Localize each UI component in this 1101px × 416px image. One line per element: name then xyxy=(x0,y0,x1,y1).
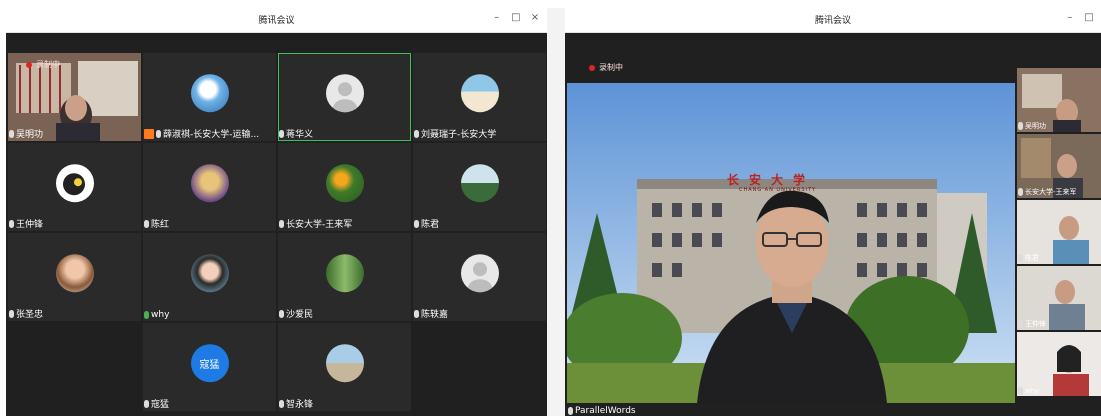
avatar xyxy=(325,164,364,203)
video-tile-5[interactable]: 王仲锋 xyxy=(8,143,141,231)
avatar xyxy=(190,74,229,113)
microphone-icon xyxy=(279,129,284,138)
thumbnail-1[interactable]: 吴明功 xyxy=(1017,68,1101,132)
participant-name: 长安大学-王来军 xyxy=(1025,188,1077,196)
record-dot-icon xyxy=(589,64,595,71)
participant-name: 蒋华义 xyxy=(286,130,314,140)
avatar xyxy=(460,164,499,203)
meeting-window-speaker: 腾讯会议 – □ 录制中 长安大学 CHANG'AN UNIVERSITY Pa… xyxy=(565,8,1101,416)
avatar xyxy=(55,254,94,293)
video-tile-1[interactable]: 录制中 吴明功 xyxy=(8,53,141,141)
microphone-icon xyxy=(1018,320,1023,328)
avatar-initials: 寇猛 xyxy=(190,344,229,383)
thumbnail-5[interactable]: why xyxy=(1017,332,1101,396)
recording-label: 录制中 xyxy=(36,60,60,69)
default-user-icon xyxy=(467,262,492,293)
campus-background xyxy=(567,83,1015,403)
participant-name: 陈轶嘉 xyxy=(421,310,449,320)
maximize-button[interactable]: □ xyxy=(1081,12,1097,23)
microphone-icon xyxy=(1018,387,1023,395)
video-tile-14[interactable]: 智永锋 xyxy=(278,323,411,411)
video-tile-10[interactable]: why xyxy=(143,233,276,321)
avatar xyxy=(460,254,499,293)
cartoon-avatar-icon xyxy=(62,173,85,196)
video-tile-7[interactable]: 长安大学-王来军 xyxy=(278,143,411,231)
video-tile-12[interactable]: 陈轶嘉 xyxy=(413,233,546,321)
microphone-icon xyxy=(144,311,149,319)
speaker-video[interactable]: 长安大学 CHANG'AN UNIVERSITY xyxy=(567,83,1015,403)
microphone-icon xyxy=(156,129,161,138)
microphone-icon xyxy=(144,219,149,228)
recording-indicator: 录制中 xyxy=(26,59,60,70)
microphone-icon xyxy=(414,219,419,228)
avatar xyxy=(55,164,94,203)
participant-name: 吴明功 xyxy=(8,127,43,140)
video-tile-6[interactable]: 陈红 xyxy=(143,143,276,231)
avatar xyxy=(190,164,229,203)
participant-name: 沙爱民 xyxy=(286,310,314,320)
window-title: 腾讯会议 xyxy=(258,16,295,26)
video-tile-3[interactable]: 蒋华义 xyxy=(278,53,411,141)
participant-name: why xyxy=(151,310,170,320)
video-tile-9[interactable]: 张圣忠 xyxy=(8,233,141,321)
minimize-button[interactable]: – xyxy=(1062,12,1078,23)
participant-name: 吴明功 xyxy=(1025,122,1046,130)
microphone-icon xyxy=(9,309,14,318)
participant-name: 智永锋 xyxy=(286,400,314,410)
avatar xyxy=(460,74,499,113)
thumbnail-3[interactable]: 陈君 xyxy=(1017,200,1101,264)
microphone-icon xyxy=(414,309,419,318)
participant-name: 陈君 xyxy=(1025,254,1039,262)
microphone-icon xyxy=(414,129,419,138)
participant-name: 刘聂瑞子-长安大学 xyxy=(421,130,497,140)
microphone-icon xyxy=(144,399,149,408)
participant-name: 长安大学-王来军 xyxy=(286,220,353,230)
microphone-icon xyxy=(9,129,14,138)
microphone-icon xyxy=(1018,122,1023,130)
video-tile-4[interactable]: 刘聂瑞子-长安大学 xyxy=(413,53,546,141)
participant-name: 陈红 xyxy=(151,220,170,230)
avatar xyxy=(325,254,364,293)
microphone-icon xyxy=(1018,188,1023,196)
microphone-icon xyxy=(9,219,14,228)
default-user-icon xyxy=(332,82,357,113)
microphone-icon xyxy=(1018,254,1023,262)
participant-name: why xyxy=(1025,387,1040,395)
window-title: 腾讯会议 xyxy=(814,16,851,26)
video-tile-11[interactable]: 沙爱民 xyxy=(278,233,411,321)
microphone-icon xyxy=(279,309,284,318)
title-bar: 腾讯会议 – □ xyxy=(565,8,1101,33)
video-tile-13[interactable]: 寇猛 寇猛 xyxy=(143,323,276,411)
avatar xyxy=(325,74,364,113)
thumbnail-2[interactable]: 长安大学-王来军 xyxy=(1017,134,1101,198)
recording-indicator: 录制中 xyxy=(589,62,623,73)
meeting-window-gallery: 腾讯会议 – □ × 录制中 吴明功 薛淑祺-长安大学-运输... 蒋华义 刘聂… xyxy=(6,8,547,416)
microphone-icon xyxy=(279,399,284,408)
participant-name: 王仲锋 xyxy=(1025,320,1046,328)
recording-label: 录制中 xyxy=(599,63,623,72)
participant-name: 薛淑祺-长安大学-运输... xyxy=(163,130,260,140)
microphone-icon xyxy=(279,219,284,228)
participant-name: 王仲锋 xyxy=(16,220,44,230)
minimize-button[interactable]: – xyxy=(489,12,505,23)
avatar xyxy=(325,344,364,383)
participant-name: 寇猛 xyxy=(151,400,170,410)
person-icon xyxy=(144,128,154,139)
participant-name: 张圣忠 xyxy=(16,310,44,320)
close-button[interactable]: × xyxy=(527,12,543,23)
building-sign-latin: CHANG'AN UNIVERSITY xyxy=(739,187,817,193)
window-gap xyxy=(547,8,565,416)
video-tile-2[interactable]: 薛淑祺-长安大学-运输... xyxy=(143,53,276,141)
thumbnail-4[interactable]: 王仲锋 xyxy=(1017,266,1101,330)
speaker-name: ParallelWords xyxy=(567,406,636,416)
participant-name: 陈君 xyxy=(421,220,440,230)
record-dot-icon xyxy=(26,61,32,68)
title-bar: 腾讯会议 – □ × xyxy=(6,8,547,33)
microphone-icon xyxy=(568,407,573,415)
building-sign: 长安大学 xyxy=(727,173,816,187)
maximize-button[interactable]: □ xyxy=(508,12,524,23)
video-tile-8[interactable]: 陈君 xyxy=(413,143,546,231)
avatar xyxy=(190,254,229,293)
